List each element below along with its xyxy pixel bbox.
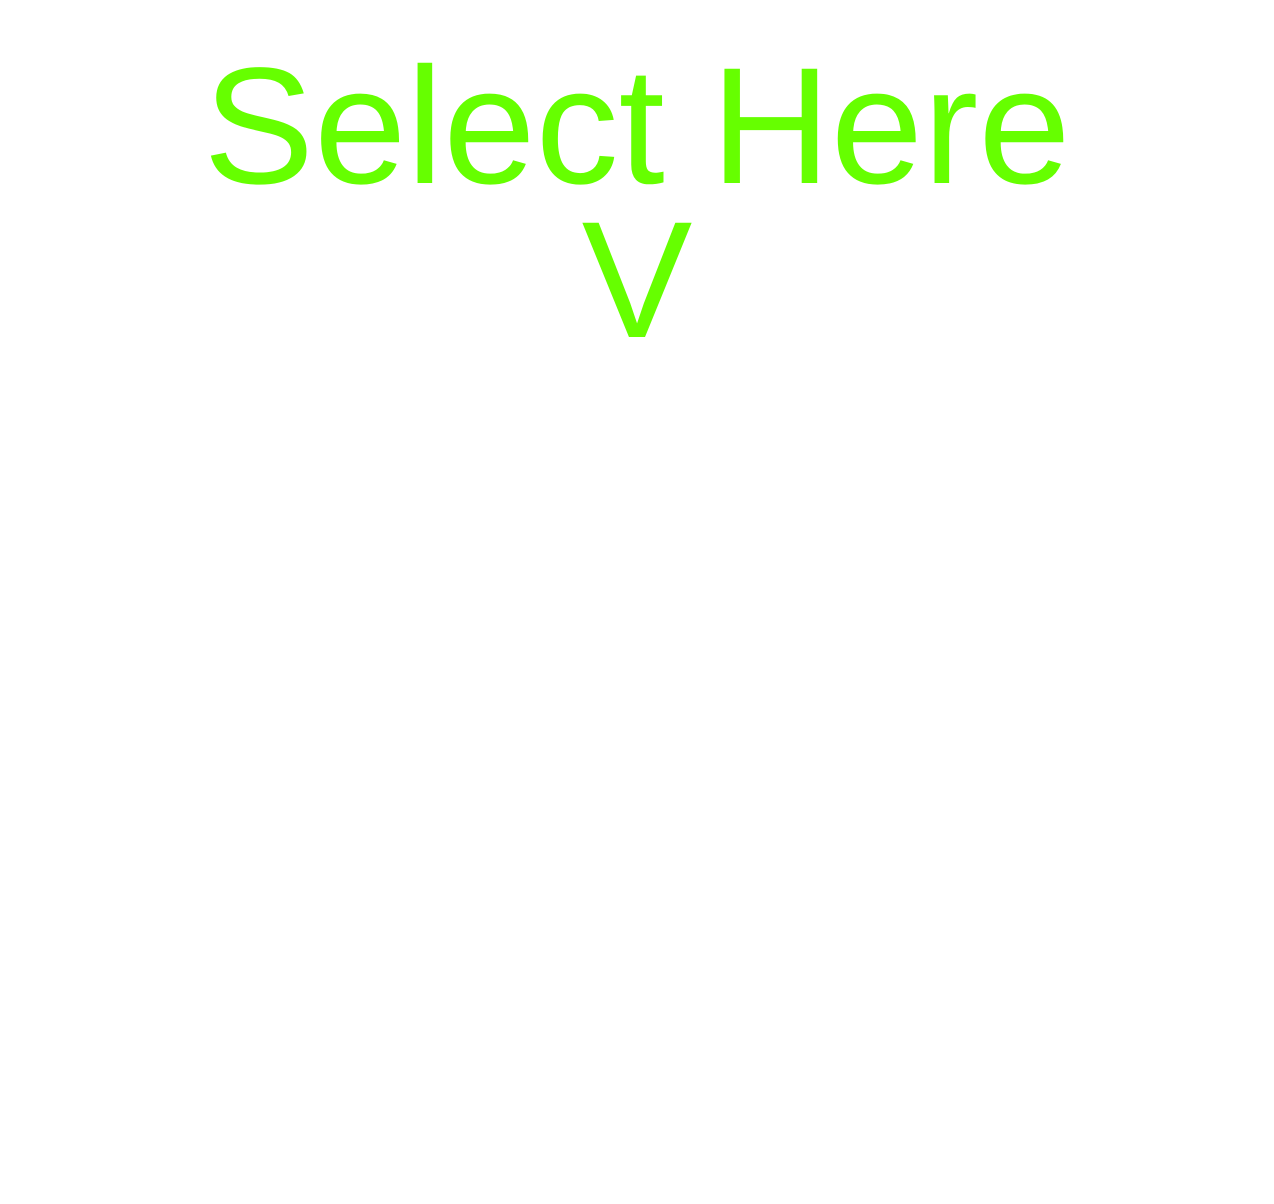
page: Select Here V bbox=[0, 0, 1274, 1204]
select-dropdown-trigger[interactable]: Select Here V bbox=[0, 44, 1274, 364]
select-label[interactable]: Select Here bbox=[0, 44, 1274, 210]
chevron-down-icon[interactable]: V bbox=[0, 198, 1274, 364]
